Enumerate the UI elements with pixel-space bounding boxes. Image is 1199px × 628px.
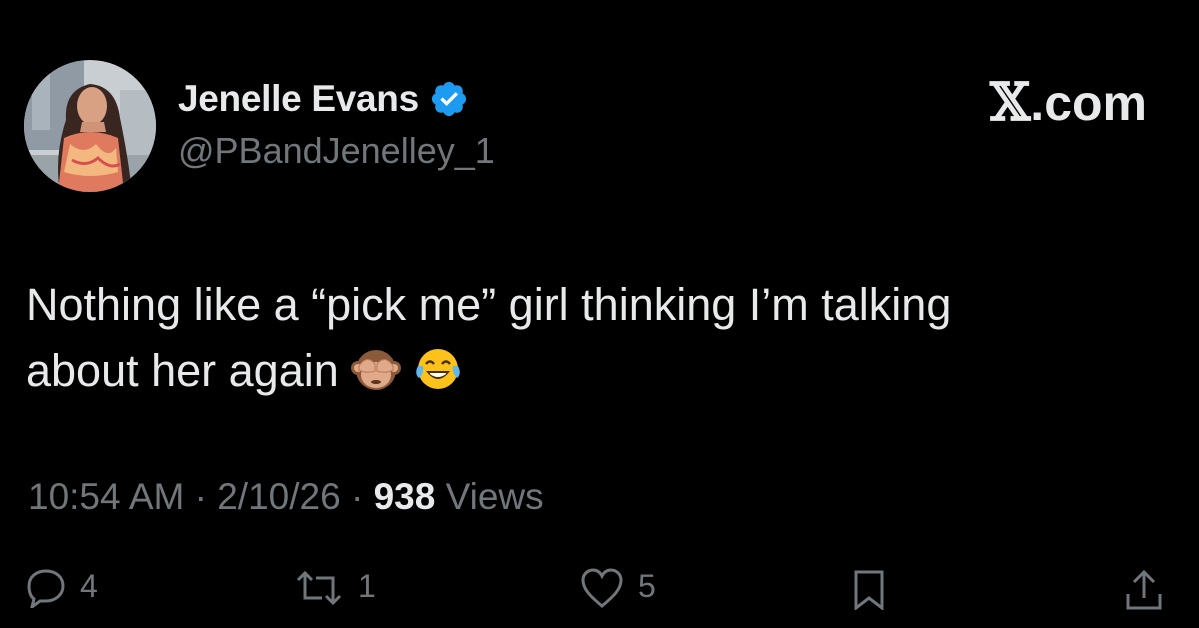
tweet-text-line-1: Nothing like a “pick me” girl thinking I… bbox=[26, 279, 952, 330]
repost-count: 1 bbox=[358, 568, 376, 604]
repost-icon bbox=[296, 570, 342, 606]
author-display-name[interactable]: Jenelle Evans bbox=[178, 78, 419, 120]
bookmark-button[interactable] bbox=[852, 568, 886, 610]
repost-button[interactable]: 1 bbox=[294, 568, 376, 608]
views-label: Views bbox=[445, 476, 544, 517]
brand-suffix: .com bbox=[1030, 74, 1147, 131]
reply-icon bbox=[27, 569, 65, 608]
tweet-text-line-2: about her again bbox=[26, 338, 1166, 412]
avatar-image bbox=[24, 60, 156, 192]
verified-badge-icon bbox=[431, 81, 466, 117]
author-name-row[interactable]: Jenelle Evans bbox=[178, 76, 469, 122]
share-icon bbox=[1126, 569, 1162, 610]
tweet-text-line-2-text: about her again bbox=[26, 345, 339, 396]
tweet-date[interactable]: 2/10/26 bbox=[217, 476, 340, 517]
reply-count: 4 bbox=[80, 568, 98, 604]
meta-separator: · bbox=[350, 476, 364, 517]
views-count: 938 bbox=[373, 476, 436, 517]
bookmark-icon bbox=[854, 570, 884, 610]
share-button[interactable] bbox=[1124, 568, 1164, 610]
tweet-text: Nothing like a “pick me” girl thinking I… bbox=[26, 272, 1166, 412]
meta-separator: · bbox=[194, 476, 207, 517]
x-logo-icon: 𝕏 bbox=[989, 72, 1031, 133]
heart-icon bbox=[581, 568, 623, 608]
reply-button[interactable]: 4 bbox=[26, 568, 98, 608]
x-com-brand: 𝕏 .com bbox=[990, 72, 1147, 133]
like-button[interactable]: 5 bbox=[580, 568, 656, 608]
avatar[interactable] bbox=[24, 60, 156, 192]
face-with-tears-of-joy-icon bbox=[413, 344, 463, 412]
tweet-meta: 10:54 AM · 2/10/26 · 938 Views bbox=[28, 476, 544, 518]
see-no-evil-monkey-icon bbox=[350, 344, 401, 412]
tweet-time[interactable]: 10:54 AM bbox=[28, 476, 184, 517]
tweet-action-bar: 4 1 5 bbox=[0, 568, 1199, 628]
author-handle[interactable]: @PBandJenelley_1 bbox=[178, 130, 495, 172]
like-count: 5 bbox=[638, 568, 656, 604]
